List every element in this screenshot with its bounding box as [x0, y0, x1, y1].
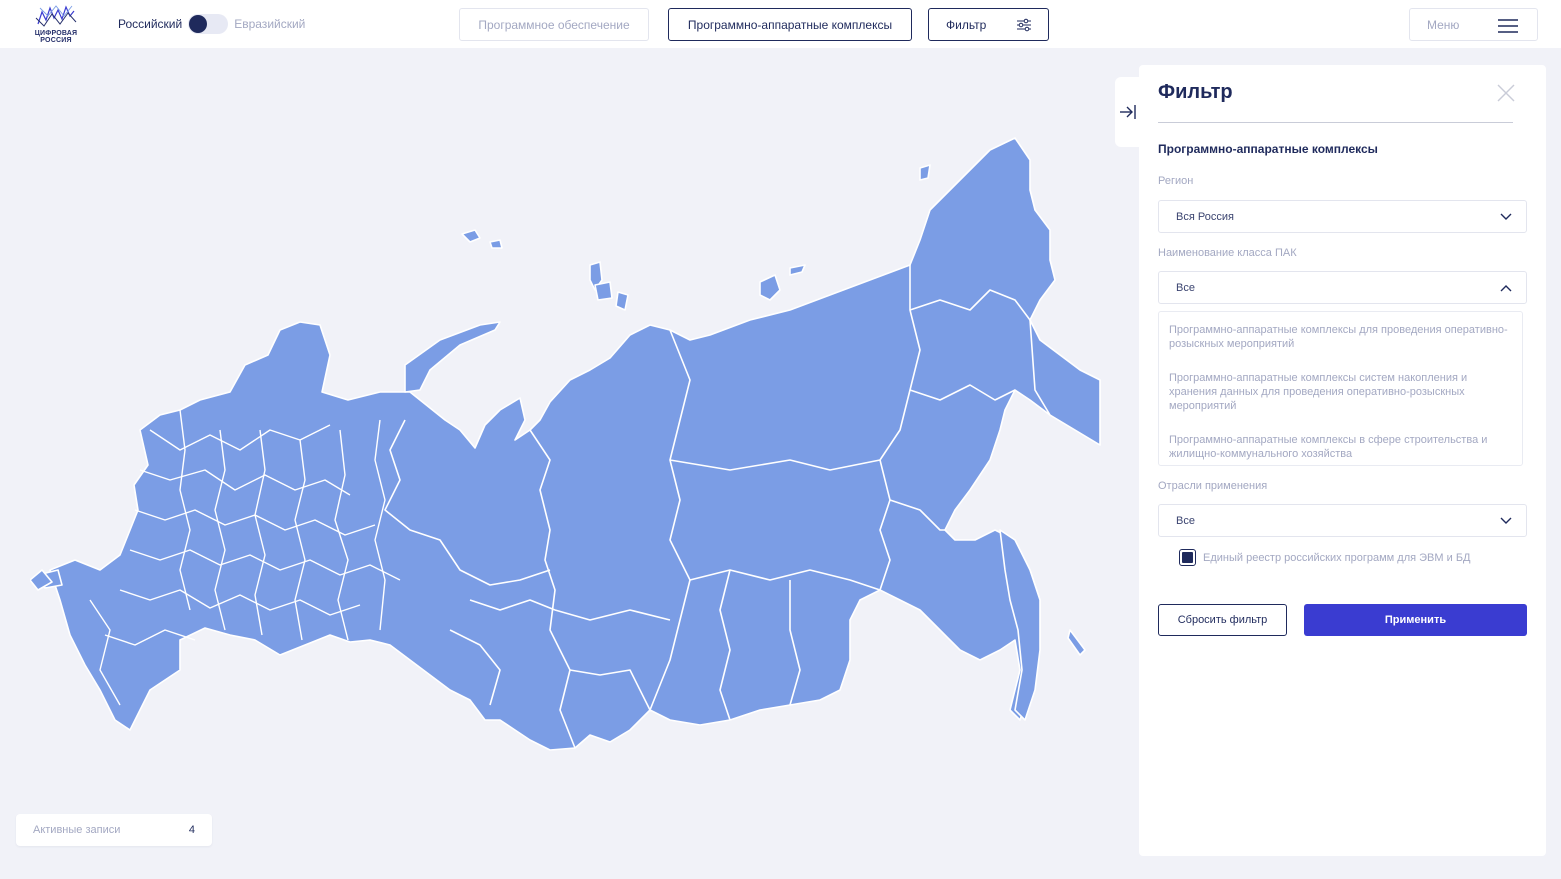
chevron-down-icon	[1500, 213, 1512, 220]
pak-class-select-value: Все	[1176, 281, 1195, 294]
region-select[interactable]: Вся Россия	[1158, 200, 1527, 233]
panel-divider	[1158, 122, 1513, 123]
map-region-island-2	[594, 281, 613, 301]
map-region-kamchatka	[1029, 319, 1101, 446]
reset-filter-button[interactable]: Сбросить фильтр	[1158, 604, 1287, 636]
top-header: ЦИФРОВАЯ РОССИЯ Российский Евразийский П…	[0, 0, 1561, 48]
menu-button[interactable]: Меню	[1409, 8, 1538, 41]
filter-panel: Фильтр Программно-аппаратные комплексы Р…	[1139, 65, 1546, 856]
map-region-island-3	[615, 291, 629, 311]
digital-russia-logo[interactable]: ЦИФРОВАЯ РОССИЯ	[28, 4, 84, 44]
logo-text: ЦИФРОВАЯ РОССИЯ	[34, 30, 78, 44]
logo-mark-icon	[35, 5, 77, 27]
filter-button-label: Фильтр	[946, 17, 987, 32]
filter-section-title: Программно-аппаратные комплексы	[1158, 142, 1378, 156]
pak-class-label: Наименование класса ПАК	[1158, 247, 1297, 259]
registry-checkbox-row[interactable]: Единый реестр российских программ для ЭВ…	[1179, 549, 1471, 566]
chevron-down-icon	[1500, 517, 1512, 524]
switch-option-eurasian[interactable]: Евразийский	[234, 17, 305, 31]
registry-checkbox[interactable]	[1179, 549, 1196, 566]
map-region-wrangel	[919, 164, 931, 181]
map-region-kuril	[1067, 629, 1086, 656]
filter-panel-title: Фильтр	[1158, 81, 1233, 103]
industries-label: Отрасли применения	[1158, 480, 1268, 492]
active-records-label: Активные записи	[33, 824, 121, 836]
pak-class-option[interactable]: Программно-аппаратные комплексы в сфере …	[1159, 433, 1522, 461]
software-tab-button[interactable]: Программное обеспечение	[459, 8, 649, 41]
map-region-mainland	[49, 137, 1101, 751]
collapse-panel-tab[interactable]	[1115, 77, 1141, 147]
industries-select[interactable]: Все	[1158, 504, 1527, 537]
active-records-count: 4	[188, 824, 195, 836]
pak-class-options: Программно-аппаратные комплексы для пров…	[1158, 311, 1523, 466]
map-region-novosibirsk	[759, 274, 781, 301]
pak-tab-button[interactable]: Программно-аппаратные комплексы	[668, 8, 912, 41]
active-records-counter[interactable]: Активные записи 4	[16, 814, 212, 846]
region-select-value: Вся Россия	[1176, 210, 1234, 223]
region-label: Регион	[1158, 175, 1194, 187]
region-switcher[interactable]: Российский Евразийский	[118, 14, 305, 34]
sliders-icon	[1017, 18, 1031, 32]
russia-map[interactable]	[29, 130, 1110, 770]
map-region-island-5	[489, 239, 503, 249]
map-region-island-4	[789, 264, 806, 276]
checkbox-check-mark	[1182, 552, 1193, 563]
pak-class-option[interactable]: Программно-аппаратные комплексы систем н…	[1159, 371, 1522, 413]
industries-select-value: Все	[1176, 514, 1195, 527]
chevron-up-icon	[1500, 285, 1512, 292]
region-toggle[interactable]	[188, 14, 229, 34]
hamburger-icon	[1498, 19, 1518, 33]
map-region-franz-josef	[461, 229, 481, 243]
arrow-to-edge-icon	[1120, 105, 1136, 119]
registry-checkbox-label: Единый реестр российских программ для ЭВ…	[1203, 551, 1471, 564]
pak-class-select[interactable]: Все	[1158, 271, 1527, 304]
map-region-novaya-zemlya	[404, 321, 501, 393]
pak-class-option[interactable]: Программно-аппаратные комплексы для пров…	[1159, 323, 1522, 351]
close-icon[interactable]	[1497, 84, 1515, 102]
toggle-knob	[189, 15, 208, 33]
switch-option-russian[interactable]: Российский	[118, 17, 182, 31]
apply-button[interactable]: Применить	[1304, 604, 1527, 636]
filter-button[interactable]: Фильтр	[928, 8, 1049, 41]
menu-button-label: Меню	[1427, 17, 1460, 32]
